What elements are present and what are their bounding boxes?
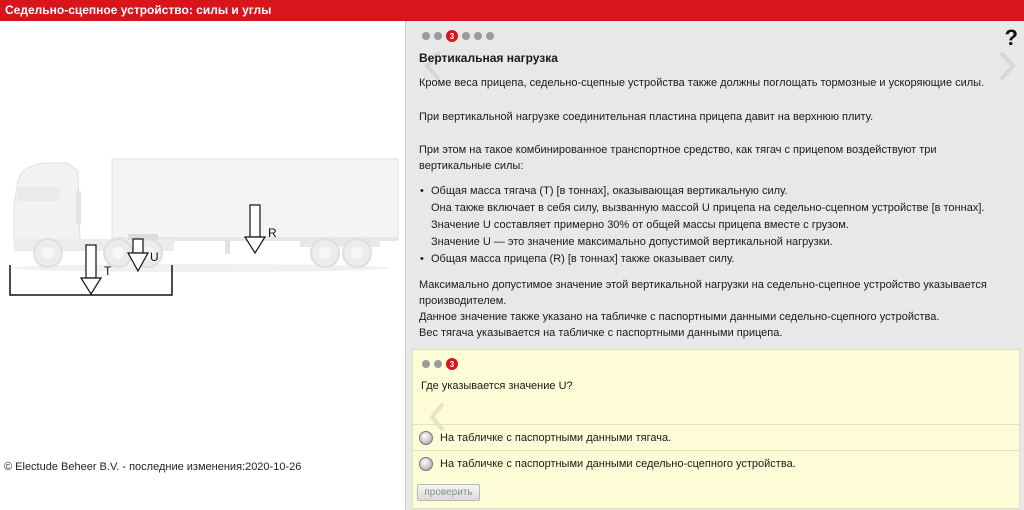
- radio-button[interactable]: [419, 430, 433, 445]
- exhaust: [76, 191, 81, 223]
- wheel-hub: [112, 247, 124, 259]
- cab-windshield: [18, 187, 60, 201]
- quiz-panel: 3 Где указывается значение U? На табличк…: [412, 349, 1020, 509]
- pager-dot[interactable]: [434, 360, 442, 368]
- list-item: Общая масса тягача (T) [в тоннах], оказы…: [419, 183, 1014, 251]
- radio-button[interactable]: [419, 456, 433, 471]
- label-t: T: [104, 264, 112, 278]
- list-line: Значение U составляет примерно 30% от об…: [431, 219, 849, 231]
- list-item: Общая масса прицепа (R) [в тоннах] также…: [419, 251, 1014, 268]
- help-icon[interactable]: ?: [1005, 25, 1018, 51]
- answer-option[interactable]: На табличке с паспортными данными седель…: [413, 450, 1019, 476]
- paragraph: При вертикальной нагрузке соединительная…: [419, 111, 874, 123]
- diagram-panel: R U T © Electude Beheer B.V. - последние…: [0, 21, 405, 510]
- pager-dot[interactable]: [486, 32, 494, 40]
- pager-dot-current[interactable]: 3: [446, 358, 458, 370]
- quiz-pager: 3: [422, 358, 458, 370]
- closing-text: Максимально допустимое значение этой вер…: [419, 277, 1009, 341]
- force-list: Общая масса тягача (T) [в тоннах], оказы…: [419, 183, 1014, 268]
- pager-dot[interactable]: [422, 360, 430, 368]
- list-line: Общая масса прицепа (R) [в тоннах] также…: [431, 253, 735, 265]
- paragraph: При этом на такое комбинированное трансп…: [419, 144, 937, 172]
- paragraph: Кроме веса прицепа, седельно-сцепные уст…: [419, 77, 985, 89]
- pager-dot[interactable]: [462, 32, 470, 40]
- landing-gear: [225, 240, 230, 254]
- title-bar: Седельно-сцепное устройство: силы и углы: [0, 0, 1024, 21]
- list-line: Общая масса тягача (T) [в тоннах], оказы…: [431, 185, 788, 197]
- tractor-cab: [13, 162, 81, 244]
- answer-option[interactable]: На табличке с паспортными данными тягача…: [413, 424, 1019, 450]
- closing-line: Данное значение также указано на табличк…: [419, 311, 940, 323]
- answer-label: На табличке с паспортными данными тягача…: [440, 431, 672, 444]
- list-line: Значение U — это значение максимально до…: [431, 236, 833, 248]
- pager-dot[interactable]: [474, 32, 482, 40]
- section-title: Вертикальная нагрузка: [419, 51, 558, 65]
- lesson-panel: 3 ? Вертикальная нагрузка Кроме веса при…: [405, 21, 1024, 510]
- closing-line: Вес тягача указывается на табличке с пас…: [419, 327, 783, 339]
- pager-dot[interactable]: [422, 32, 430, 40]
- truck-force-diagram: R U T: [9, 158, 399, 296]
- quiz-question: Где указывается значение U?: [421, 380, 573, 392]
- list-line: Она также включает в себя силу, вызванну…: [431, 202, 985, 214]
- lesson-pager: 3: [422, 30, 494, 42]
- check-button[interactable]: проверить: [417, 484, 480, 501]
- wheel-hub: [319, 247, 331, 259]
- label-u: U: [150, 250, 159, 264]
- window-title: Седельно-сцепное устройство: силы и углы: [5, 3, 272, 17]
- pager-dot-current[interactable]: 3: [446, 30, 458, 42]
- answer-label: На табличке с паспортными данными седель…: [440, 457, 796, 470]
- pager-dot[interactable]: [434, 32, 442, 40]
- copyright-footer: © Electude Beheer B.V. - последние измен…: [4, 461, 302, 473]
- closing-line: Максимально допустимое значение этой вер…: [419, 279, 987, 307]
- label-r: R: [268, 226, 277, 240]
- wheel-hub: [351, 247, 363, 259]
- wheel-hub: [42, 247, 54, 259]
